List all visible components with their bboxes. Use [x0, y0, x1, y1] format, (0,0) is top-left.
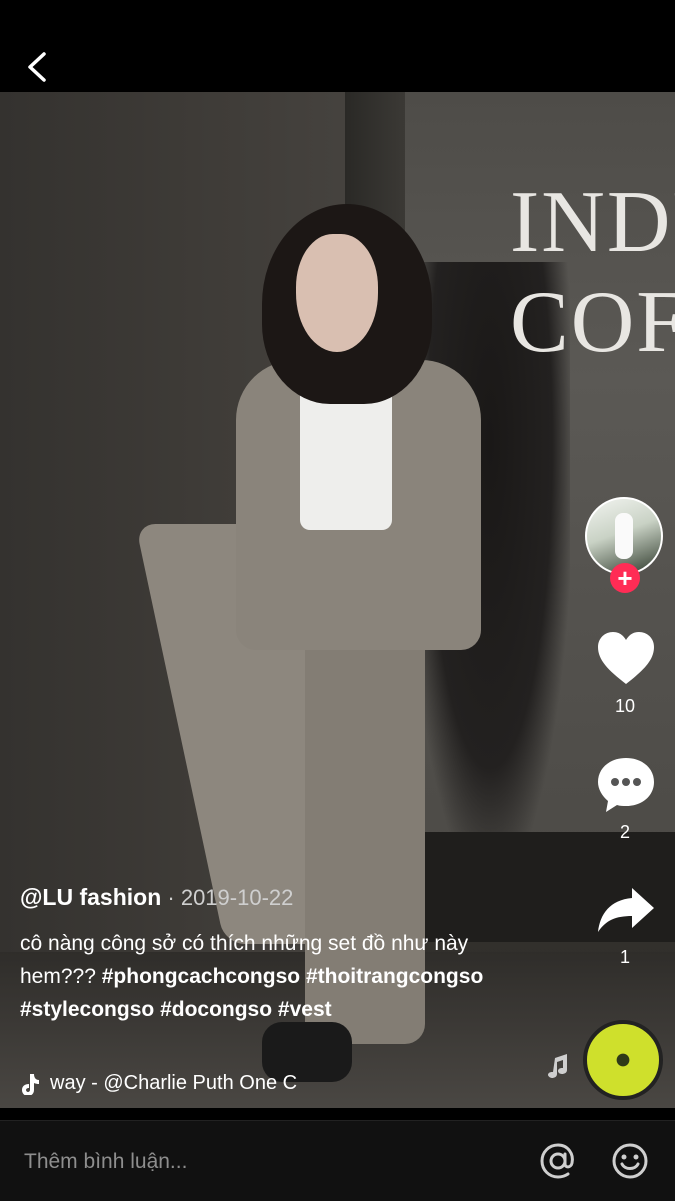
music-title: way - @Charlie Puth One C [50, 1072, 298, 1094]
hashtag[interactable]: #phongcachcongso [102, 965, 300, 988]
window-lettering-1: INDR [510, 174, 675, 271]
comment-bar [0, 1120, 675, 1201]
person-face [296, 234, 378, 352]
window-lettering-2: COF [510, 274, 675, 371]
music-note-icon [22, 1074, 39, 1095]
floating-notes-icon [548, 1054, 567, 1078]
top-bar [0, 0, 675, 92]
music-disc[interactable] [583, 1020, 663, 1100]
post-date: 2019-10-22 [180, 885, 294, 910]
hashtag[interactable]: #docongso [160, 998, 272, 1021]
comment-input[interactable] [22, 1141, 506, 1183]
post-meta: @LU fashion · 2019-10-22 [20, 884, 293, 911]
comment-icon[interactable] [596, 756, 656, 814]
share-count: 1 [619, 947, 630, 967]
back-icon [28, 52, 46, 82]
meta-separator: · [161, 885, 181, 910]
avatar-figure [615, 513, 633, 559]
plus-icon: + [617, 563, 633, 593]
share-icon[interactable] [596, 886, 656, 934]
emoji-icon[interactable] [611, 1142, 649, 1180]
comment-count: 2 [619, 822, 630, 842]
hashtag[interactable]: #thoitrangcongso [306, 965, 483, 988]
heart-icon[interactable] [596, 630, 656, 686]
back-button[interactable] [18, 44, 58, 90]
follow-button[interactable]: + [610, 563, 640, 593]
hashtag[interactable]: #stylecongso [20, 998, 154, 1021]
like-count: 10 [614, 696, 636, 716]
post-caption: cô nàng công sở có thích những set đồ nh… [20, 927, 540, 1026]
music-info[interactable]: way - @Charlie Puth One C [20, 1072, 360, 1095]
hashtag[interactable]: #vest [278, 998, 332, 1021]
author-name[interactable]: @LU fashion [20, 884, 161, 910]
at-icon[interactable] [539, 1142, 577, 1180]
